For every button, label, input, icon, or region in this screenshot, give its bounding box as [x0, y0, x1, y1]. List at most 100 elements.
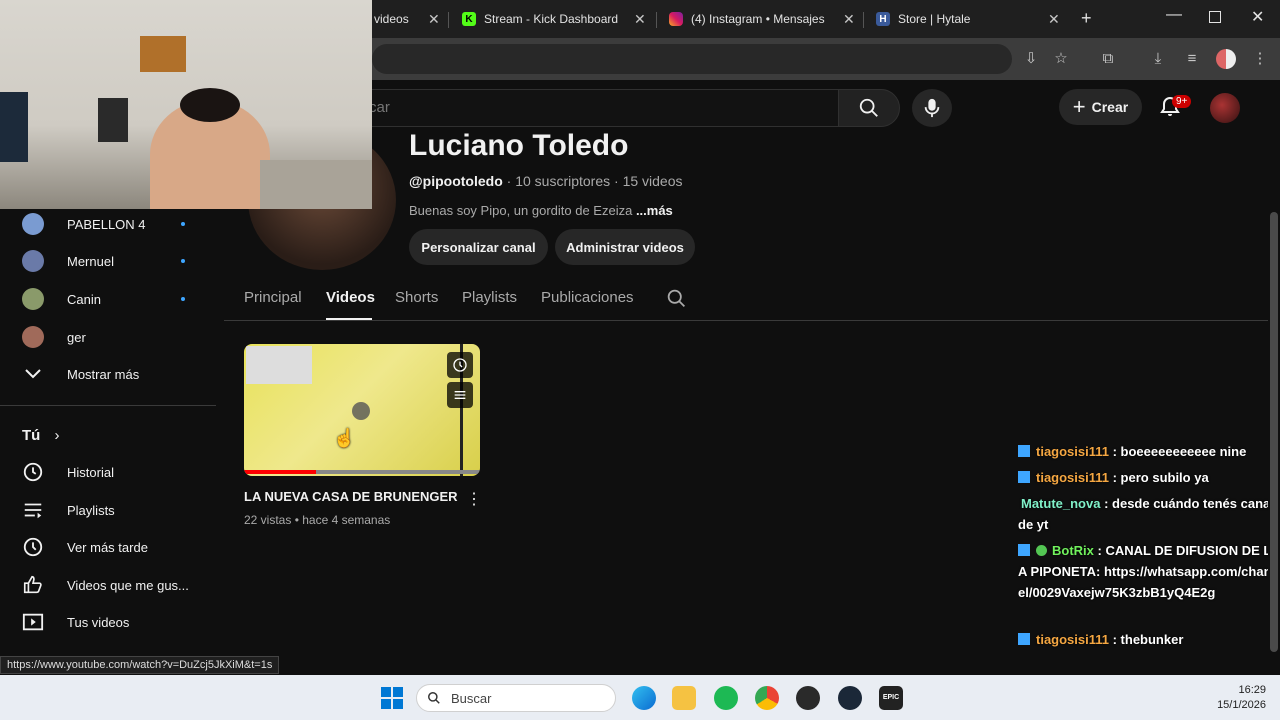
extensions-icon[interactable]: ⧉ — [1099, 50, 1117, 68]
tab-youtube[interactable]: videos ✕ — [374, 4, 454, 34]
video-thumbnail[interactable] — [244, 344, 480, 476]
epic-games-icon[interactable]: EPIC — [879, 686, 903, 710]
tab-hytale[interactable]: H Store | Hytale ✕ — [876, 4, 1066, 34]
sidebar-item-label: Mernuel — [67, 253, 114, 269]
tab-principal[interactable]: Principal — [244, 289, 302, 306]
sidebar-item-your-videos[interactable]: Tus videos — [22, 607, 129, 637]
scrollbar-thumb[interactable] — [1270, 212, 1278, 652]
search-input[interactable] — [369, 99, 769, 116]
video-options-icon[interactable]: ⋮ — [466, 489, 482, 508]
search-icon — [428, 692, 440, 704]
tab-label: videos — [374, 12, 409, 26]
sidebar-item-history[interactable]: Historial — [22, 457, 114, 487]
taskbar-search[interactable]: Buscar — [416, 684, 616, 712]
manage-videos-button[interactable]: Administrar videos — [555, 229, 695, 265]
watch-later-overlay-icon[interactable] — [447, 352, 473, 378]
chevron-right-icon: › — [54, 427, 60, 444]
media-control-icon[interactable]: ≡ — [1183, 50, 1201, 68]
sidebar-item-canin[interactable]: Canin — [22, 284, 101, 314]
tab-videos[interactable]: Videos — [326, 289, 375, 306]
channel-description[interactable]: Buenas soy Pipo, un gordito de Ezeiza ..… — [409, 203, 673, 218]
chat-message: Matute_nova : desde cuándo tenés canal d… — [1018, 493, 1280, 535]
obs-icon[interactable] — [796, 686, 820, 710]
spotify-icon[interactable] — [714, 686, 738, 710]
tab-separator — [863, 12, 864, 28]
close-icon[interactable]: ✕ — [634, 11, 646, 28]
steam-icon[interactable] — [838, 686, 862, 710]
chat-text: : pero subilo ya — [1109, 470, 1209, 485]
you-section-header[interactable]: Tú › — [22, 427, 60, 444]
profile-avatar[interactable] — [1216, 49, 1236, 69]
chat-username: tiagosisi111 — [1036, 470, 1109, 485]
maximize-icon[interactable] — [1209, 11, 1221, 23]
history-icon — [22, 461, 44, 483]
sidebar-divider — [0, 405, 216, 406]
sidebar-item-playlists[interactable]: Playlists — [22, 495, 115, 525]
tab-playlists[interactable]: Playlists — [462, 289, 517, 306]
sidebar-item-mernuel[interactable]: Mernuel — [22, 246, 114, 276]
more-menu-icon[interactable]: ⋮ — [1251, 50, 1269, 68]
minimize-icon[interactable]: — — [1166, 6, 1182, 24]
avatar — [22, 326, 44, 348]
sidebar-item-liked-videos[interactable]: Videos que me gus... — [22, 570, 189, 600]
address-bar[interactable] — [372, 44, 1012, 74]
edge-icon[interactable] — [632, 686, 656, 710]
search-box[interactable] — [340, 89, 840, 127]
bookmark-star-icon[interactable]: ☆ — [1052, 50, 1070, 68]
new-content-dot — [181, 259, 185, 263]
chevron-down-icon — [22, 363, 44, 385]
avatar — [22, 250, 44, 272]
close-icon[interactable]: ✕ — [843, 11, 855, 28]
microphone-icon — [924, 98, 940, 118]
taskbar-clock[interactable]: 16:29 15/1/2026 — [1196, 683, 1266, 713]
voice-search-button[interactable] — [912, 89, 952, 127]
account-avatar[interactable] — [1210, 93, 1240, 123]
sidebar-item-watch-later[interactable]: Ver más tarde — [22, 532, 148, 562]
close-window-icon[interactable]: ✕ — [1251, 7, 1264, 27]
subscriber-badge-icon — [1018, 544, 1030, 556]
chat-username: tiagosisi111 — [1036, 632, 1109, 647]
sidebar-item-pabellon-4[interactable]: PABELLON 4 — [22, 209, 146, 239]
video-title[interactable]: LA NUEVA CASA DE BRUNENGER — [244, 489, 458, 504]
more-link[interactable]: ...más — [636, 203, 673, 218]
tab-instagram[interactable]: (4) Instagram • Mensajes ✕ — [669, 4, 859, 34]
show-more-button[interactable]: Mostrar más — [22, 359, 139, 389]
tabs-divider — [224, 320, 1268, 321]
tab-kick[interactable]: K Stream - Kick Dashboard ✕ — [462, 4, 652, 34]
liked-icon — [22, 574, 44, 596]
windows-start-icon[interactable] — [381, 687, 403, 709]
tab-shorts[interactable]: Shorts — [395, 289, 438, 306]
channel-meta: @pipootoledo · 10 suscriptores · 15 vide… — [409, 173, 683, 189]
video-meta: 22 vistas • hace 4 semanas — [244, 513, 391, 527]
tab-label: Stream - Kick Dashboard — [484, 12, 619, 26]
notification-count-badge: 9+ — [1172, 95, 1192, 108]
search-button[interactable] — [838, 89, 900, 127]
chat-message: tiagosisi111 : boeeeeeeeeeee nine — [1018, 441, 1280, 462]
sidebar-item-ger[interactable]: ger — [22, 322, 86, 352]
clock-date: 15/1/2026 — [1217, 699, 1266, 711]
webcam-overlay — [0, 0, 372, 209]
sidebar-item-label: Mostrar más — [67, 366, 140, 382]
downloads-icon[interactable]: ⤓ — [1149, 50, 1167, 68]
chrome-icon[interactable] — [755, 686, 779, 710]
customize-channel-button[interactable]: Personalizar canal — [409, 229, 548, 265]
sidebar-item-label: PABELLON 4 — [67, 216, 146, 232]
sidebar-item-label: Canin — [67, 291, 101, 307]
tab-separator — [656, 12, 657, 28]
add-to-queue-icon[interactable] — [447, 382, 473, 408]
chat-username: Matute_nova — [1021, 496, 1101, 511]
channel-name: Luciano Toledo — [409, 129, 629, 162]
tab-separator — [448, 12, 449, 28]
install-app-icon[interactable]: ⇩ — [1022, 50, 1040, 68]
sidebar-item-label: Ver más tarde — [67, 539, 148, 555]
channel-search-icon[interactable] — [666, 288, 687, 309]
close-icon[interactable]: ✕ — [1048, 11, 1060, 28]
tab-publicaciones[interactable]: Publicaciones — [541, 289, 634, 306]
watch-later-icon — [22, 536, 44, 558]
chat-username: tiagosisi111 — [1036, 444, 1109, 459]
create-button[interactable]: + Crear — [1059, 89, 1142, 125]
close-icon[interactable]: ✕ — [428, 11, 440, 28]
file-explorer-icon[interactable] — [672, 686, 696, 710]
hair-image — [180, 88, 240, 122]
new-tab-icon[interactable]: + — [1081, 8, 1092, 29]
